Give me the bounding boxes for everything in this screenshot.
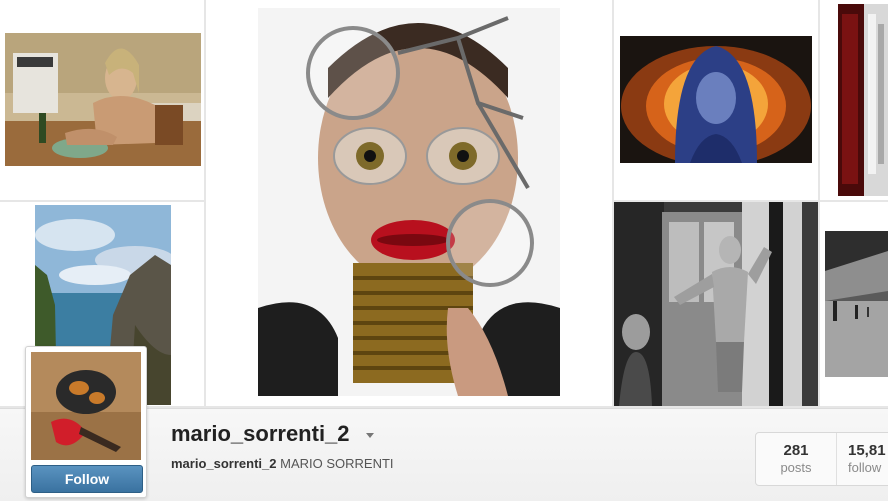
photo-man-at-kitchen-table[interactable]	[5, 33, 201, 166]
grid-cell-2[interactable]	[206, 0, 612, 406]
photo-gallery-corridor[interactable]	[825, 231, 888, 377]
grid-cell-3[interactable]	[614, 0, 818, 200]
stat-followers-value: 15,81	[848, 442, 886, 459]
grid-cell-1[interactable]	[0, 0, 204, 200]
chevron-down-icon[interactable]	[366, 433, 374, 438]
follow-button[interactable]: Follow	[31, 465, 143, 493]
photo-blue-hair-fire[interactable]	[620, 36, 812, 163]
stat-followers[interactable]: 15,81 follow	[836, 433, 888, 485]
grid-cell-6[interactable]	[614, 202, 818, 406]
bio-handle: mario_sorrenti_2	[171, 456, 277, 471]
avatar-card: Follow	[25, 346, 147, 498]
profile-stats: 281 posts 15,81 follow	[755, 432, 888, 486]
grid-cell-4[interactable]	[820, 0, 888, 200]
photo-boy-by-window[interactable]	[614, 202, 818, 406]
stat-posts-label: posts	[780, 460, 812, 475]
grid-cell-7[interactable]	[820, 202, 888, 406]
avatar[interactable]	[31, 352, 141, 460]
stat-followers-label: follow	[848, 460, 882, 475]
stat-posts-value: 281	[783, 442, 809, 459]
photo-magnifier-portrait[interactable]	[258, 8, 560, 396]
profile-username: mario_sorrenti_2	[171, 421, 350, 446]
profile-bio: mario_sorrenti_2 MARIO SORRENTI	[171, 456, 394, 471]
photo-red-interior[interactable]	[838, 4, 888, 196]
bio-name: MARIO SORRENTI	[280, 456, 394, 471]
stat-posts[interactable]: 281 posts	[756, 433, 837, 485]
